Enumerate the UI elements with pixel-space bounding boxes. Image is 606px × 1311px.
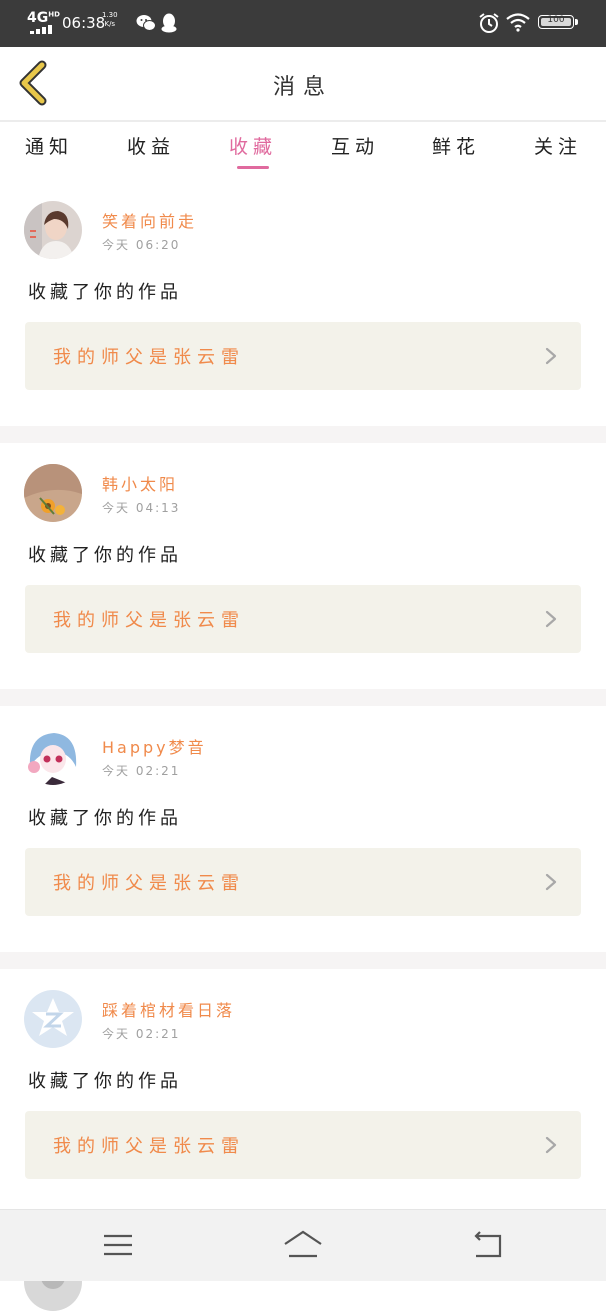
username[interactable]: 笑着向前走 xyxy=(102,208,197,232)
tab-notice[interactable]: 通知 xyxy=(14,132,84,159)
chevron-right-icon xyxy=(545,1136,557,1154)
message-text: 收藏了你的作品 xyxy=(28,545,182,566)
message-time: 今天 04:13 xyxy=(102,501,181,515)
wifi-icon xyxy=(506,13,530,32)
status-bar: 4GHD 06:38 1.30 K/s 100 xyxy=(0,0,606,47)
username[interactable]: 踩着棺材看日落 xyxy=(102,997,235,1021)
message-time: 今天 02:21 xyxy=(102,764,181,778)
work-link[interactable]: 我的师父是张云雷 xyxy=(25,848,581,916)
tab-flowers[interactable]: 鲜花 xyxy=(421,132,491,159)
back-nav-icon[interactable] xyxy=(466,1228,510,1262)
home-icon[interactable] xyxy=(281,1228,325,1262)
chevron-right-icon xyxy=(545,610,557,628)
wechat-icon xyxy=(136,15,156,31)
tab-follows[interactable]: 关注 xyxy=(523,132,593,159)
battery-icon: 100 xyxy=(538,15,578,29)
menu-icon[interactable] xyxy=(96,1228,140,1262)
message-time: 今天 06:20 xyxy=(102,238,181,252)
username[interactable]: Happy梦音 xyxy=(102,734,207,758)
card-divider xyxy=(0,426,606,443)
work-title: 我的师父是张云雷 xyxy=(53,347,245,368)
network-indicator: 4GHD xyxy=(27,10,60,26)
photo-girl-avatar[interactable] xyxy=(24,201,82,259)
signal-icon xyxy=(30,25,54,34)
message-card: 笑着向前走 今天 06:20 收藏了你的作品 我的师父是张云雷 xyxy=(0,180,606,426)
app-header: 消息 xyxy=(0,47,606,120)
active-tab-indicator xyxy=(237,166,269,169)
message-card: 踩着棺材看日落 今天 02:21 收藏了你的作品 我的师父是张云雷 xyxy=(0,969,606,1215)
username[interactable]: 韩小太阳 xyxy=(102,471,178,495)
chevron-right-icon xyxy=(545,873,557,891)
work-title: 我的师父是张云雷 xyxy=(53,873,245,894)
tab-bar: 通知 收益 收藏 互动 鲜花 关注 xyxy=(0,122,606,180)
work-link[interactable]: 我的师父是张云雷 xyxy=(25,585,581,653)
qq-icon xyxy=(161,13,177,33)
message-list: 笑着向前走 今天 06:20 收藏了你的作品 我的师父是张云雷 韩小太阳 今天 … xyxy=(0,180,606,1311)
tab-favorites[interactable]: 收藏 xyxy=(218,132,288,159)
message-card: Happy梦音 今天 02:21 收藏了你的作品 我的师父是张云雷 xyxy=(0,706,606,952)
page-title: 消息 xyxy=(272,75,333,100)
message-text: 收藏了你的作品 xyxy=(28,808,182,829)
message-time: 今天 02:21 xyxy=(102,1027,181,1041)
message-text: 收藏了你的作品 xyxy=(28,1071,182,1092)
card-divider xyxy=(0,952,606,969)
message-card: 韩小太阳 今天 04:13 收藏了你的作品 我的师父是张云雷 xyxy=(0,443,606,689)
work-title: 我的师父是张云雷 xyxy=(53,1136,245,1157)
battery-level: 100 xyxy=(547,15,565,25)
work-link[interactable]: 我的师父是张云雷 xyxy=(25,1111,581,1179)
anime-girl-avatar[interactable] xyxy=(24,727,82,785)
card-divider xyxy=(0,689,606,706)
work-link[interactable]: 我的师父是张云雷 xyxy=(25,322,581,390)
tab-interaction[interactable]: 互动 xyxy=(320,132,390,159)
sunflower-avatar[interactable] xyxy=(24,464,82,522)
system-nav-bar xyxy=(0,1209,606,1281)
status-time: 06:38 xyxy=(62,14,106,32)
qzone-default-avatar[interactable] xyxy=(24,990,82,1048)
alarm-icon xyxy=(479,13,499,33)
tab-earnings[interactable]: 收益 xyxy=(116,132,186,159)
message-text: 收藏了你的作品 xyxy=(28,282,182,303)
chevron-right-icon xyxy=(545,347,557,365)
work-title: 我的师父是张云雷 xyxy=(53,610,245,631)
network-speed: 1.30 K/s xyxy=(102,11,118,28)
